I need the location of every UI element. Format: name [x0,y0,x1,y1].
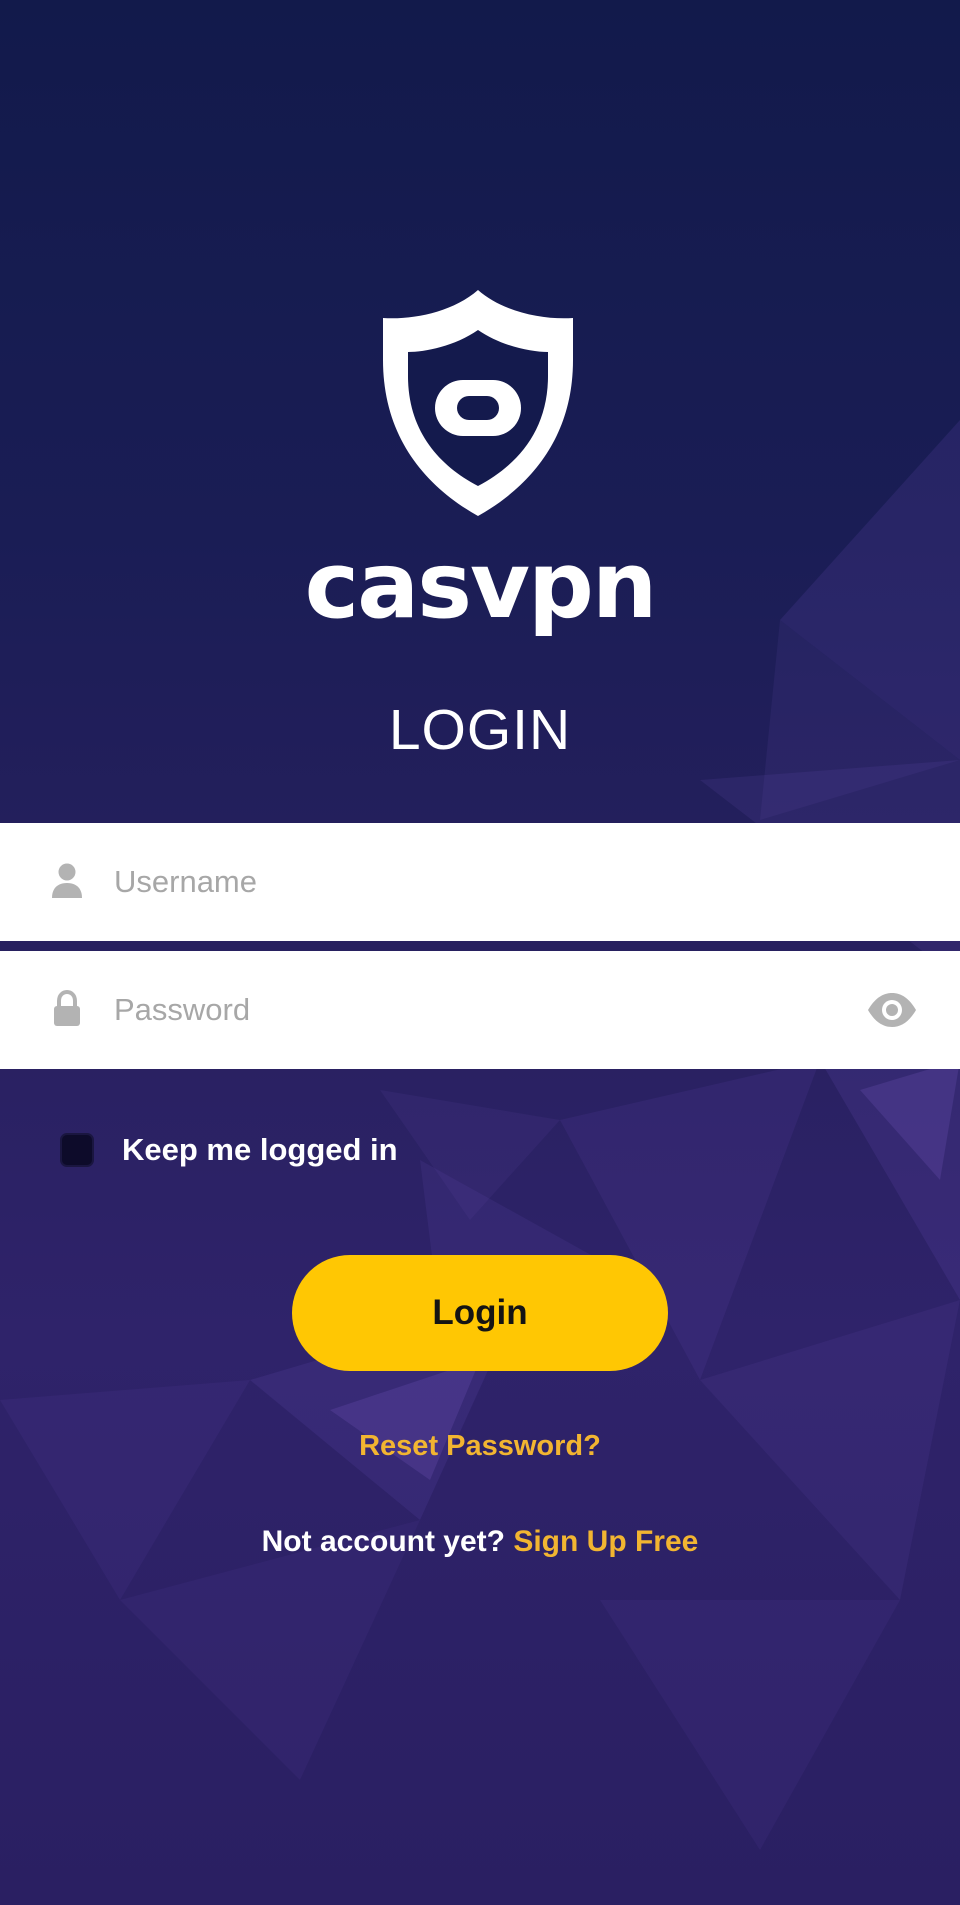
username-field[interactable] [0,823,960,941]
username-input[interactable] [114,853,814,911]
password-field[interactable] [0,951,960,1069]
eye-icon[interactable] [866,991,918,1029]
shield-icon [383,290,573,516]
signup-link[interactable]: Sign Up Free [513,1525,698,1558]
keep-logged-in-checkbox[interactable] [60,1133,94,1167]
login-button[interactable]: Login [292,1255,668,1371]
svg-text:casvpn: casvpn [305,545,656,639]
signup-row: Not account yet? Sign Up Free [0,1525,960,1559]
user-icon [52,863,82,898]
lock-icon [54,990,80,1026]
reset-password-link[interactable]: Reset Password? [0,1430,960,1463]
casvpn-logo: casvpn [305,545,658,639]
login-title: LOGIN [388,698,572,762]
keep-logged-in-label: Keep me logged in [122,1132,398,1167]
keep-logged-in-row[interactable]: Keep me logged in [60,1130,398,1170]
password-input[interactable] [114,981,814,1039]
brand-logo-area: casvpn [0,0,960,660]
signup-prompt: Not account yet? [261,1525,505,1558]
